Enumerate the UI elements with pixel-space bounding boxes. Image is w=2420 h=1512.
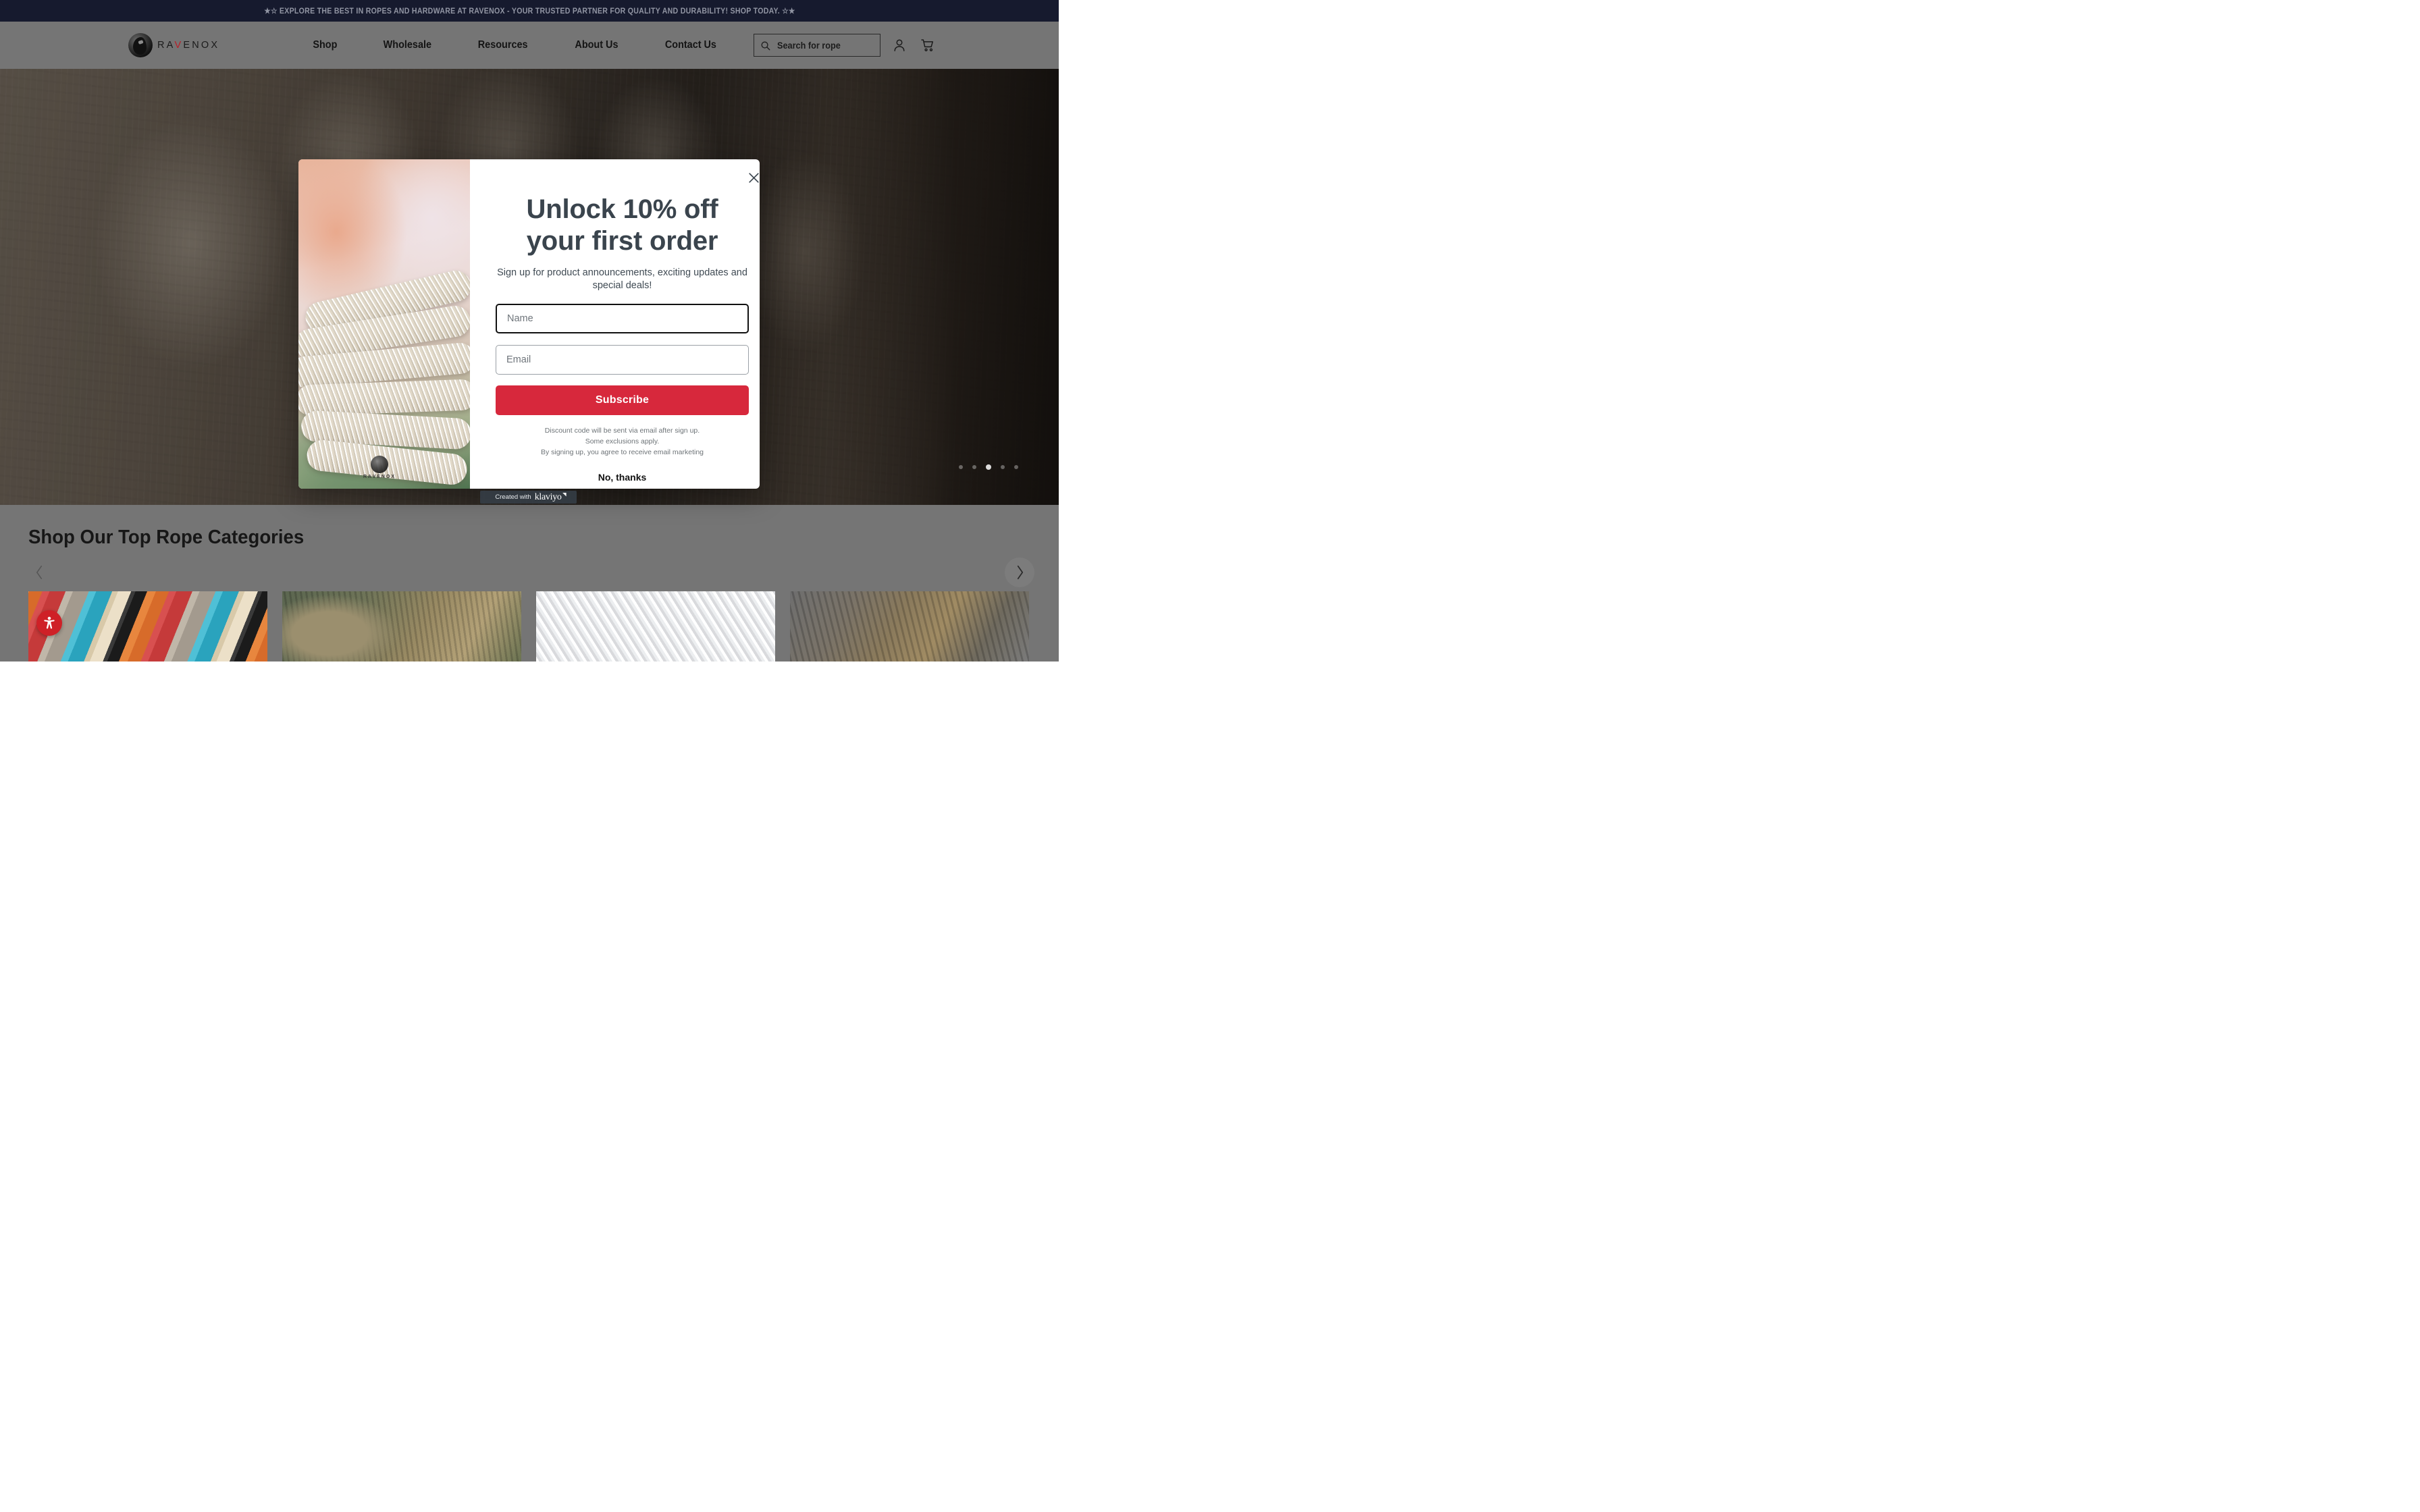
modal-rope-image: RAVENOX [298, 159, 470, 489]
badge-prefix: Created with [495, 493, 531, 501]
email-field-placeholder: Email [506, 354, 531, 366]
dismiss-link[interactable]: No, thanks [598, 472, 647, 483]
modal-content: Unlock 10% off your first order Sign up … [470, 159, 760, 489]
modal-image-brand-logo: RAVENOX [363, 456, 396, 479]
fine-print-line-2: Some exclusions apply. [585, 437, 660, 446]
accessibility-person-icon [44, 616, 55, 629]
name-field-placeholder: Name [507, 313, 533, 325]
email-field[interactable]: Email [496, 345, 749, 375]
page-root: ★☆ EXPLORE THE BEST IN ROPES AND HARDWAR… [0, 0, 1059, 662]
fine-print-line-1: Discount code will be sent via email aft… [544, 427, 700, 435]
subscribe-button[interactable]: Subscribe [496, 385, 749, 416]
raven-logo-icon [371, 456, 389, 473]
accessibility-widget-button[interactable] [36, 610, 62, 636]
badge-brand: klaviyo [534, 491, 562, 502]
modal-heading: Unlock 10% off your first order [526, 194, 718, 256]
close-icon [748, 172, 759, 183]
name-field[interactable]: Name [496, 304, 749, 334]
modal-image-brand-word: RAVENOX [363, 475, 396, 479]
modal-subheading: Sign up for product announcements, excit… [497, 267, 747, 291]
newsletter-signup-modal: RAVENOX Unlock 10% off your first order … [298, 159, 760, 489]
modal-fine-print: Discount code will be sent via email aft… [541, 426, 704, 458]
modal-close-button[interactable] [745, 169, 760, 186]
klaviyo-attribution-badge[interactable]: Created with klaviyo [480, 491, 577, 504]
fine-print-line-3: By signing up, you agree to receive emai… [540, 448, 704, 456]
